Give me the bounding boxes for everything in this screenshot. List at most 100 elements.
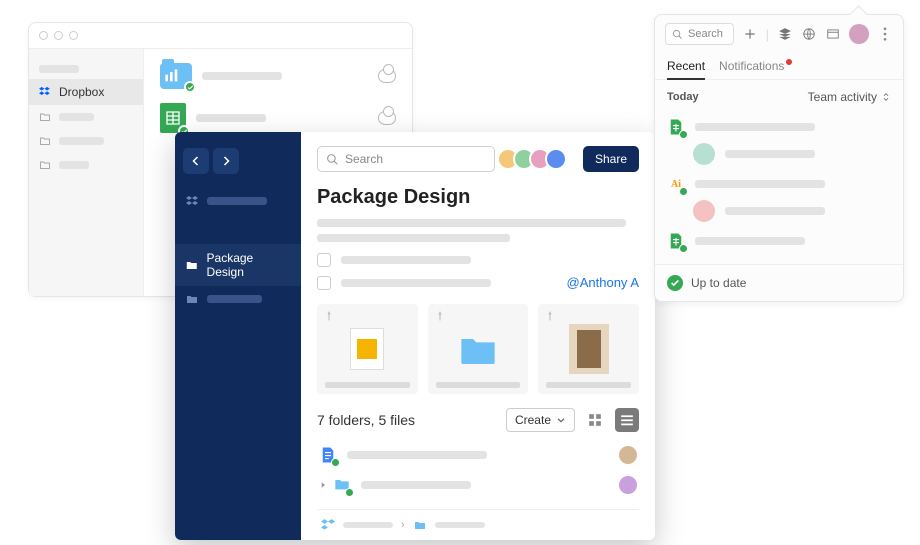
file-row[interactable] — [317, 470, 639, 500]
task-row[interactable] — [317, 253, 639, 267]
page-title: Package Design — [317, 186, 639, 209]
sidebar-label: Dropbox — [59, 85, 104, 99]
folder-icon — [185, 259, 199, 271]
check-icon — [667, 275, 683, 291]
preview-tile[interactable] — [317, 304, 418, 394]
folder-icon[interactable] — [413, 519, 427, 531]
traffic-zoom-icon[interactable] — [69, 31, 78, 40]
preview-tile[interactable] — [428, 304, 529, 394]
folder-icon — [454, 329, 502, 369]
folder-icon — [39, 159, 51, 171]
checkbox[interactable] — [317, 253, 331, 267]
view-list-button[interactable] — [615, 408, 639, 432]
more-icon[interactable] — [877, 26, 893, 42]
activity-item[interactable] — [667, 228, 891, 254]
search-placeholder: Search — [345, 152, 383, 166]
avatar[interactable] — [849, 24, 869, 44]
disclosure-icon[interactable] — [319, 481, 327, 489]
sidebar-item[interactable] — [175, 286, 301, 312]
avatar[interactable] — [619, 476, 637, 494]
main-content: Search Share Package Design @Anthony A — [301, 132, 655, 540]
avatar[interactable] — [545, 148, 567, 170]
activity-subitem[interactable] — [667, 143, 891, 165]
file-row[interactable] — [160, 103, 396, 133]
pin-icon — [544, 310, 556, 322]
description-placeholder — [317, 219, 639, 249]
main-sidebar: Package Design — [175, 132, 301, 540]
preview-tiles — [317, 304, 639, 394]
sidebar-item[interactable] — [29, 129, 143, 153]
notification-dot-icon — [786, 59, 792, 65]
file-list — [317, 440, 639, 500]
checkbox[interactable] — [317, 276, 331, 290]
sync-status: Up to date — [655, 264, 903, 301]
tab-recent[interactable]: Recent — [667, 53, 705, 79]
avatar[interactable] — [619, 446, 637, 464]
cloud-icon[interactable] — [378, 111, 396, 125]
search-icon — [672, 29, 683, 40]
mention-link[interactable]: @Anthony A — [567, 275, 639, 290]
create-button[interactable]: Create — [506, 408, 575, 432]
traffic-close-icon[interactable] — [39, 31, 48, 40]
layers-icon[interactable] — [777, 26, 793, 42]
today-label: Today — [667, 91, 699, 103]
collaborator-avatars[interactable] — [503, 148, 567, 170]
sidebar-item-dropbox[interactable]: Dropbox — [29, 79, 143, 105]
dropbox-icon — [39, 86, 51, 98]
sheets-icon — [667, 118, 685, 136]
activity-subitem[interactable] — [667, 200, 891, 222]
search-input[interactable]: Search — [317, 146, 495, 172]
task-row[interactable]: @Anthony A — [317, 275, 639, 290]
folder-icon — [333, 476, 351, 494]
sheets-icon — [160, 103, 186, 133]
sidebar-item[interactable] — [29, 59, 143, 79]
sidebar-root-dropbox[interactable] — [175, 188, 301, 214]
sidebar-item[interactable] — [29, 153, 143, 177]
globe-icon[interactable] — [801, 26, 817, 42]
dropbox-main-window: Package Design Search Share Package Desi… — [175, 132, 655, 540]
folder-counts: 7 folders, 5 files — [317, 412, 415, 428]
sort-icon — [881, 91, 891, 103]
activity-panel: Search | Recent Notifications Today Team… — [654, 14, 904, 302]
preview-tile[interactable] — [538, 304, 639, 394]
dropbox-icon[interactable] — [321, 518, 335, 532]
avatar — [693, 143, 715, 165]
nav-back-button[interactable] — [183, 148, 209, 174]
dropbox-icon — [185, 195, 199, 207]
pin-icon — [434, 310, 446, 322]
activity-item[interactable] — [667, 114, 891, 140]
tab-notifications[interactable]: Notifications — [719, 53, 792, 79]
traffic-minimize-icon[interactable] — [54, 31, 63, 40]
activity-item[interactable]: Ai — [667, 171, 891, 197]
folder-icon — [39, 135, 51, 147]
doc-icon — [319, 446, 337, 464]
folder-icon — [185, 293, 199, 305]
cloud-icon[interactable] — [378, 69, 396, 83]
sync-check-icon — [184, 81, 196, 93]
file-row[interactable] — [317, 440, 639, 470]
share-button[interactable]: Share — [583, 146, 639, 172]
slides-icon — [350, 328, 384, 370]
ai-file-icon: Ai — [667, 175, 685, 193]
finder-sidebar: Dropbox — [29, 49, 144, 296]
file-row[interactable] — [160, 63, 396, 89]
search-icon — [326, 153, 339, 166]
add-button[interactable] — [742, 26, 758, 42]
pin-icon — [323, 310, 335, 322]
sidebar-item[interactable] — [29, 105, 143, 129]
folder-icon — [39, 111, 51, 123]
list-icon — [620, 413, 634, 427]
grid-icon — [588, 413, 602, 427]
sidebar-label: Package Design — [207, 251, 291, 279]
chevron-right-icon: › — [401, 519, 405, 531]
window-titlebar — [29, 23, 412, 49]
team-activity-toggle[interactable]: Team activity — [808, 90, 891, 104]
folder-icon — [160, 63, 192, 89]
sidebar-item-package-design[interactable]: Package Design — [175, 244, 301, 286]
avatar — [693, 200, 715, 222]
view-grid-button[interactable] — [583, 408, 607, 432]
sheets-icon — [667, 232, 685, 250]
nav-forward-button[interactable] — [213, 148, 239, 174]
panel-search-input[interactable]: Search — [665, 23, 734, 45]
window-icon[interactable] — [825, 26, 841, 42]
